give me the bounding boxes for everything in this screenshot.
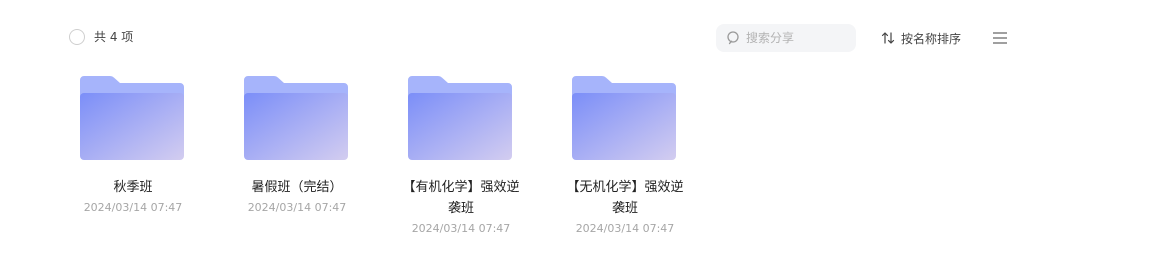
item-count: 共 4 项: [94, 30, 134, 44]
folder-icon: [244, 76, 348, 160]
folder-name: 秋季班: [113, 180, 153, 195]
folder-name: 【无机化学】强效逆袭班: [566, 180, 684, 216]
folder-icon: [408, 76, 512, 160]
folder-name: 【有机化学】强效逆袭班: [402, 180, 520, 216]
search-box[interactable]: [716, 24, 856, 52]
folder-name: 暑假班（完结）: [251, 180, 343, 195]
sort-button[interactable]: 按名称排序: [881, 29, 961, 47]
folder-icon: [572, 76, 676, 160]
list-view-icon[interactable]: [991, 30, 1009, 46]
select-all-checkbox[interactable]: [69, 29, 85, 45]
folder-date: 2024/03/14 07:47: [247, 201, 347, 214]
sort-label: 按名称排序: [901, 31, 962, 46]
search-input[interactable]: [746, 31, 846, 45]
folder-date: 2024/03/14 07:47: [83, 201, 183, 214]
folder-date: 2024/03/14 07:47: [575, 222, 675, 235]
toolbar: 共 4 项 按名称排序: [0, 0, 1162, 76]
search-icon: [726, 30, 742, 46]
folder-date: 2024/03/14 07:47: [411, 222, 511, 235]
folder-icon: [80, 76, 184, 160]
sort-arrows-icon: [881, 31, 895, 45]
